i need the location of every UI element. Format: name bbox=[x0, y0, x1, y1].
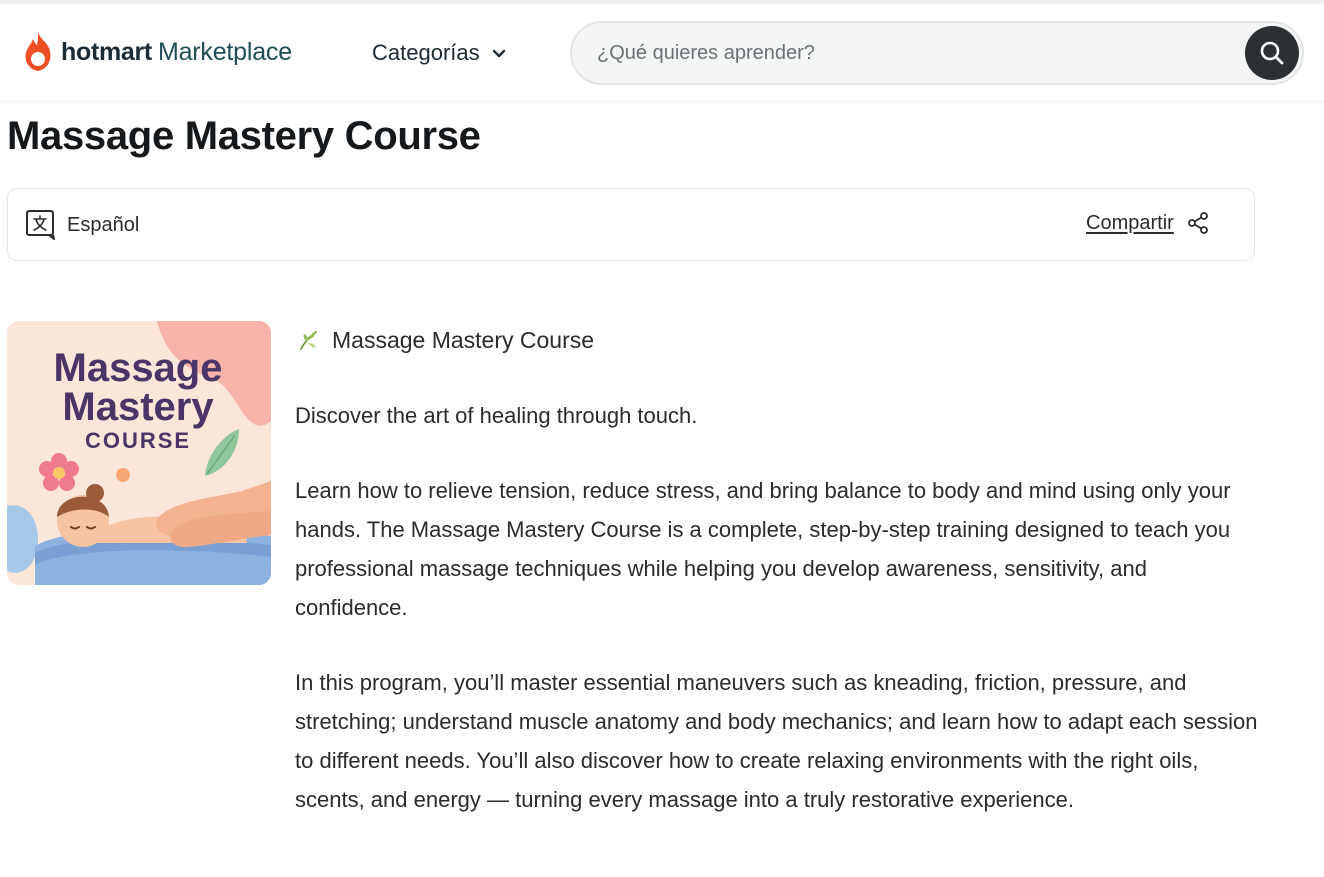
brand-subtitle: Marketplace bbox=[157, 37, 292, 66]
categories-dropdown[interactable]: Categorías bbox=[372, 38, 506, 68]
search-button[interactable] bbox=[1245, 26, 1299, 80]
description-paragraph: Learn how to relieve tension, reduce str… bbox=[295, 478, 1231, 620]
chevron-down-icon bbox=[492, 49, 505, 58]
share-icon bbox=[1187, 212, 1208, 234]
leaf-icon bbox=[300, 331, 317, 350]
brand-name: hotmart bbox=[61, 37, 152, 66]
search-bar bbox=[570, 21, 1304, 85]
description-heading: Massage Mastery Course bbox=[295, 322, 1265, 358]
cover-title-line2: Mastery bbox=[62, 385, 214, 429]
page-title: Massage Mastery Course bbox=[7, 114, 481, 158]
site-header: hotmart Marketplace Categorías bbox=[0, 4, 1324, 102]
share-button[interactable]: Compartir bbox=[1086, 211, 1210, 235]
course-cover-illustration: Massage Mastery COURSE bbox=[7, 321, 271, 585]
share-label: Compartir bbox=[1086, 211, 1174, 234]
cover-title-line1: Massage bbox=[54, 346, 223, 390]
hotmart-logo[interactable]: hotmart Marketplace bbox=[23, 30, 292, 74]
description-paragraph: Discover the art of healing through touc… bbox=[295, 403, 698, 428]
cover-title-line3: COURSE bbox=[85, 428, 191, 453]
description-title: Massage Mastery Course bbox=[332, 326, 595, 353]
search-input[interactable] bbox=[572, 23, 1302, 83]
flame-icon bbox=[25, 32, 51, 71]
course-cover-image[interactable]: Massage Mastery COURSE bbox=[7, 321, 271, 585]
search-icon bbox=[1260, 41, 1284, 65]
description-paragraph: In this program, you’ll master essential… bbox=[295, 670, 1258, 812]
course-description: Massage Mastery Course Discover the art … bbox=[295, 322, 1265, 819]
translate-icon bbox=[26, 210, 55, 240]
language-indicator: Español bbox=[25, 209, 139, 241]
categories-label: Categorías bbox=[372, 40, 480, 65]
language-label: Español bbox=[67, 213, 140, 236]
course-info-bar: Español Compartir bbox=[7, 188, 1255, 261]
